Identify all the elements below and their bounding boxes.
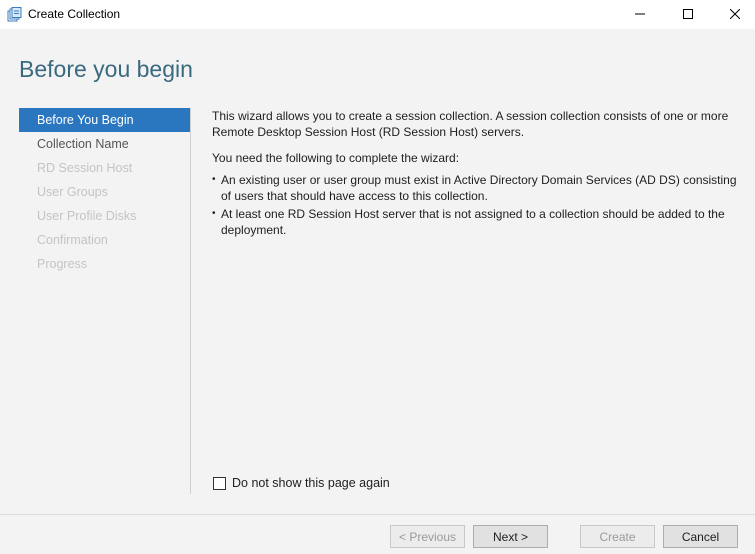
requirements-list: • An existing user or user group must exi… [212, 172, 737, 238]
nav-item-collection-name[interactable]: Collection Name [19, 132, 190, 156]
nav-item-user-groups: User Groups [37, 185, 108, 199]
maximize-icon [683, 6, 693, 24]
title-bar: Create Collection [0, 0, 755, 29]
bullet-icon: • [212, 174, 216, 185]
nav-item-before-you-begin[interactable]: Before You Begin [19, 108, 190, 132]
maximize-button[interactable] [665, 0, 711, 29]
nav-item-progress: Progress [37, 257, 88, 271]
requirement-text: An existing user or user group must exis… [221, 173, 737, 203]
close-icon [729, 6, 741, 24]
nav-item-confirmation: Confirmation [37, 233, 108, 247]
page-title: Before you begin [19, 56, 193, 82]
server-collection-icon [7, 7, 22, 22]
wizard-footer: < Previous Next > Create Cancel [0, 514, 755, 554]
wizard-body: This wizard allows you to create a sessi… [212, 108, 737, 240]
wizard-content: Before you begin Before You Begin Collec… [0, 29, 755, 514]
wizard-steps-nav: Before You Begin Collection Name RD Sess… [19, 108, 190, 276]
nav-item-user-profile-disks: User Profile Disks [37, 209, 137, 223]
intro-text: This wizard allows you to create a sessi… [212, 109, 729, 139]
list-item: • At least one RD Session Host server tha… [212, 206, 737, 238]
dont-show-again-checkbox[interactable] [213, 476, 226, 490]
minimize-button[interactable] [617, 0, 663, 29]
requirements-heading: You need the following to complete the w… [212, 151, 460, 165]
dont-show-again-row[interactable]: Do not show this page again [213, 476, 390, 490]
cancel-button[interactable]: Cancel [663, 525, 738, 548]
list-item: • An existing user or user group must exi… [212, 172, 737, 204]
window-title: Create Collection [28, 7, 121, 21]
next-button[interactable]: Next > [473, 525, 548, 548]
close-button[interactable] [712, 0, 755, 29]
dont-show-again-label[interactable]: Do not show this page again [232, 476, 390, 490]
bullet-icon: • [212, 208, 216, 219]
create-button[interactable]: Create [580, 525, 655, 548]
requirement-text: At least one RD Session Host server that… [221, 207, 725, 237]
previous-button[interactable]: < Previous [390, 525, 465, 548]
nav-divider [190, 108, 191, 494]
minimize-icon [635, 6, 645, 24]
nav-item-rd-session-host: RD Session Host [37, 161, 133, 175]
